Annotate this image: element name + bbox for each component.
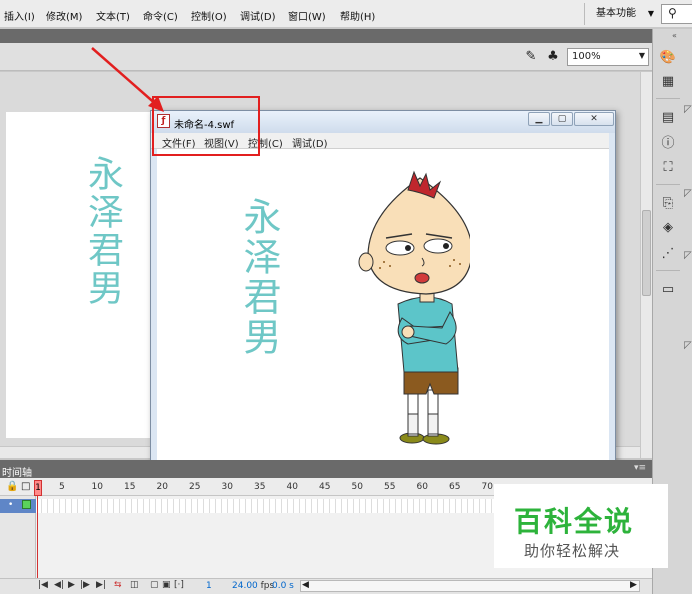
collapse-panel-icon[interactable]: « bbox=[672, 31, 677, 40]
code-snippets-icon[interactable]: ⎘ bbox=[657, 194, 679, 214]
panel-separator bbox=[656, 270, 680, 271]
frame-rate-value: 24.00 bbox=[232, 581, 258, 591]
scroll-right-icon[interactable]: ▶ bbox=[630, 580, 637, 590]
frame-number: 20 bbox=[156, 482, 168, 492]
timeline-scrollbar[interactable] bbox=[300, 580, 640, 592]
frame-number: 25 bbox=[189, 482, 201, 492]
chevron-left-icon[interactable]: ◸ bbox=[684, 250, 692, 261]
frame-rate[interactable]: 24.00 fps bbox=[232, 581, 274, 591]
frame-number: 50 bbox=[351, 482, 363, 492]
step-back-icon[interactable]: ◀| bbox=[54, 580, 64, 590]
onion-skin-icon[interactable]: ◫ bbox=[130, 580, 139, 590]
swatches-icon[interactable]: ▦ bbox=[657, 72, 679, 92]
scrollbar-thumb[interactable] bbox=[642, 210, 651, 296]
components-icon[interactable]: ◈ bbox=[657, 218, 679, 238]
loop-icon[interactable]: ⇆ bbox=[114, 580, 122, 590]
motion-presets-icon[interactable]: ⋰ bbox=[657, 244, 679, 264]
edit-multiple-frames-icon[interactable]: ▣ bbox=[162, 580, 171, 590]
search-icon: ⚲ bbox=[668, 6, 677, 20]
layer-visible-icon[interactable]: • bbox=[8, 500, 13, 510]
arrow-icon bbox=[91, 47, 164, 112]
scroll-left-icon[interactable]: ◀ bbox=[302, 580, 309, 590]
menu-commands[interactable]: 命令(C) bbox=[143, 8, 178, 23]
layer-color-swatch[interactable] bbox=[22, 500, 31, 509]
close-button[interactable]: ✕ bbox=[574, 112, 614, 126]
menu-control[interactable]: 控制(O) bbox=[191, 8, 227, 23]
frame-number: 30 bbox=[221, 482, 233, 492]
zoom-select[interactable]: 100% ▼ bbox=[567, 48, 649, 66]
minimize-button[interactable]: ▁ bbox=[528, 112, 550, 126]
color-icon[interactable]: 🎨 bbox=[657, 48, 679, 68]
play-icon[interactable]: ▶ bbox=[68, 580, 75, 590]
outline-icon[interactable]: □ bbox=[21, 481, 30, 492]
playhead[interactable]: 1 bbox=[34, 480, 42, 496]
menu-help[interactable]: 帮助(H) bbox=[340, 8, 375, 23]
elapsed-time[interactable]: 0.0 s bbox=[272, 581, 294, 591]
menu-insert[interactable]: 插入(I) bbox=[4, 8, 35, 23]
cartoon-character-image bbox=[358, 170, 470, 445]
onion-outline-icon[interactable]: ▢ bbox=[150, 580, 159, 590]
transform-icon[interactable]: ⛶ bbox=[657, 158, 679, 178]
menu-modify[interactable]: 修改(M) bbox=[46, 8, 82, 23]
frame-number: 45 bbox=[319, 482, 331, 492]
maximize-button[interactable]: ▢ bbox=[551, 112, 573, 126]
document-tab-strip bbox=[0, 29, 652, 43]
workspace-switcher[interactable]: 基本功能 ▼ bbox=[590, 4, 656, 24]
first-frame-icon[interactable]: |◀ bbox=[38, 580, 48, 590]
layer-frames-row[interactable] bbox=[0, 499, 510, 513]
edit-symbols-icon[interactable]: ✎ bbox=[522, 48, 540, 66]
scene-icon[interactable]: ♣ bbox=[544, 48, 562, 66]
frame-number: 5 bbox=[59, 482, 65, 492]
frame-number: 55 bbox=[384, 482, 396, 492]
chevron-left-icon[interactable]: ◸ bbox=[684, 188, 692, 199]
frame-number: 70 bbox=[481, 482, 493, 492]
watermark-subtitle: 助你轻松解决 bbox=[524, 542, 621, 560]
chevron-down-icon: ▼ bbox=[647, 9, 654, 18]
frame-number: 60 bbox=[416, 482, 428, 492]
zoom-value: 100% bbox=[572, 51, 601, 62]
frame-number: 15 bbox=[124, 482, 136, 492]
timeline-tab[interactable]: 时间轴 bbox=[2, 464, 32, 479]
library-icon[interactable]: ▭ bbox=[657, 280, 679, 300]
chevron-left-icon[interactable]: ◸ bbox=[684, 340, 692, 351]
frame-number: 65 bbox=[449, 482, 461, 492]
search-input[interactable]: ⚲ bbox=[661, 4, 692, 24]
panel-menu-icon[interactable]: ▾≡ bbox=[634, 463, 646, 473]
step-forward-icon[interactable]: |▶ bbox=[80, 580, 90, 590]
menu-text[interactable]: 文本(T) bbox=[96, 8, 130, 23]
lock-icon[interactable]: 🔒 bbox=[6, 481, 18, 492]
vertical-scrollbar[interactable] bbox=[640, 72, 652, 458]
workspace-label: 基本功能 bbox=[596, 8, 636, 19]
frame-number: 35 bbox=[254, 482, 266, 492]
playhead-line bbox=[37, 496, 38, 582]
swf-text: 永泽君男 bbox=[237, 197, 281, 357]
frame-number: 40 bbox=[286, 482, 298, 492]
modify-markers-icon[interactable]: [·] bbox=[174, 580, 184, 590]
menu-separator bbox=[584, 3, 585, 25]
swf-menu-debug[interactable]: 调试(D) bbox=[292, 135, 328, 150]
info-icon[interactable]: ⓘ bbox=[657, 134, 679, 154]
panel-separator bbox=[656, 184, 680, 185]
watermark-title: 百科全说 bbox=[514, 505, 635, 538]
chevron-down-icon: ▼ bbox=[638, 51, 645, 60]
last-frame-icon[interactable]: ▶| bbox=[96, 580, 106, 590]
frame-number: 10 bbox=[91, 482, 103, 492]
menu-window[interactable]: 窗口(W) bbox=[288, 8, 326, 23]
align-icon[interactable]: ▤ bbox=[657, 108, 679, 128]
menu-debug[interactable]: 调试(D) bbox=[240, 8, 276, 23]
timeline-header bbox=[0, 460, 652, 478]
current-frame-readout[interactable]: 1 bbox=[206, 581, 212, 591]
highlight-box bbox=[152, 96, 260, 156]
stage-text[interactable]: 永泽君男 bbox=[80, 155, 124, 307]
panel-separator bbox=[656, 98, 680, 99]
chevron-left-icon[interactable]: ◸ bbox=[684, 104, 692, 115]
